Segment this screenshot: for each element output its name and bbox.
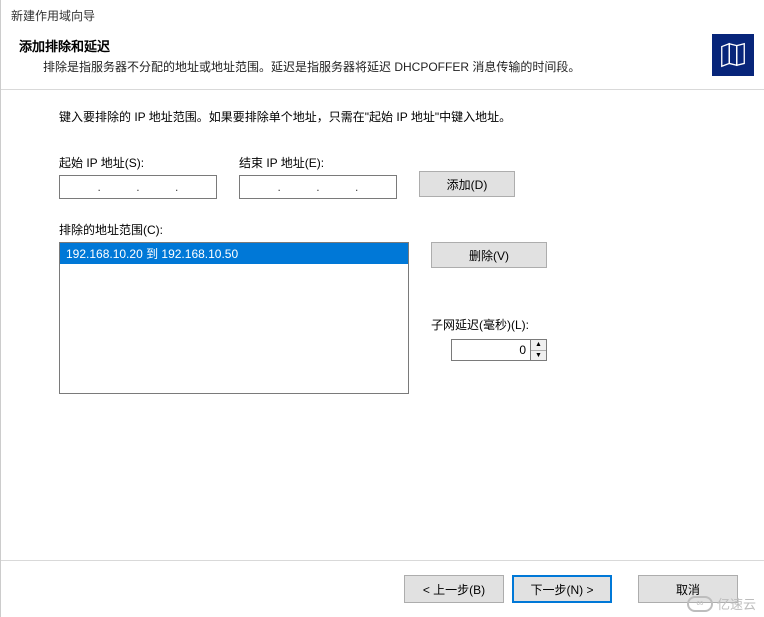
remove-button[interactable]: 删除(V) [431, 242, 547, 268]
header-title: 添加排除和延迟 [19, 36, 746, 55]
excluded-range-label: 排除的地址范围(C): [59, 221, 734, 238]
next-button[interactable]: 下一步(N) > [512, 575, 612, 603]
wizard-footer: < 上一步(B) 下一步(N) > 取消 [1, 560, 764, 617]
excluded-range-listbox[interactable]: 192.168.10.20 到 192.168.10.50 [59, 242, 409, 394]
spin-down-button[interactable]: ▼ [531, 351, 546, 361]
header-description: 排除是指服务器不分配的地址或地址范围。延迟是指服务器将延迟 DHCPOFFER … [43, 58, 676, 77]
window-title: 新建作用域向导 [1, 0, 764, 28]
end-ip-input[interactable]: . . . [239, 175, 397, 199]
start-ip-oct-3[interactable] [143, 179, 171, 195]
back-button[interactable]: < 上一步(B) [404, 575, 504, 603]
start-ip-oct-2[interactable] [105, 179, 133, 195]
add-button[interactable]: 添加(D) [419, 171, 515, 197]
instruction-text: 键入要排除的 IP 地址范围。如果要排除单个地址，只需在"起始 IP 地址"中键… [59, 108, 734, 127]
wizard-content: 键入要排除的 IP 地址范围。如果要排除单个地址，只需在"起始 IP 地址"中键… [1, 90, 764, 405]
start-ip-oct-1[interactable] [66, 179, 94, 195]
list-item[interactable]: 192.168.10.20 到 192.168.10.50 [60, 243, 408, 264]
subnet-delay-input[interactable] [451, 339, 531, 361]
start-ip-label: 起始 IP 地址(S): [59, 154, 217, 171]
wizard-header: 添加排除和延迟 排除是指服务器不分配的地址或地址范围。延迟是指服务器将延迟 DH… [1, 28, 764, 89]
end-ip-oct-3[interactable] [323, 179, 351, 195]
subnet-delay-label: 子网延迟(毫秒)(L): [431, 316, 547, 333]
delay-spinner[interactable]: ▲ ▼ [531, 339, 547, 361]
spin-up-button[interactable]: ▲ [531, 340, 546, 351]
start-ip-oct-4[interactable] [182, 179, 210, 195]
cancel-button[interactable]: 取消 [638, 575, 738, 603]
end-ip-oct-2[interactable] [285, 179, 313, 195]
end-ip-oct-1[interactable] [246, 179, 274, 195]
start-ip-input[interactable]: . . . [59, 175, 217, 199]
books-icon [712, 34, 754, 76]
end-ip-oct-4[interactable] [362, 179, 390, 195]
end-ip-label: 结束 IP 地址(E): [239, 154, 397, 171]
